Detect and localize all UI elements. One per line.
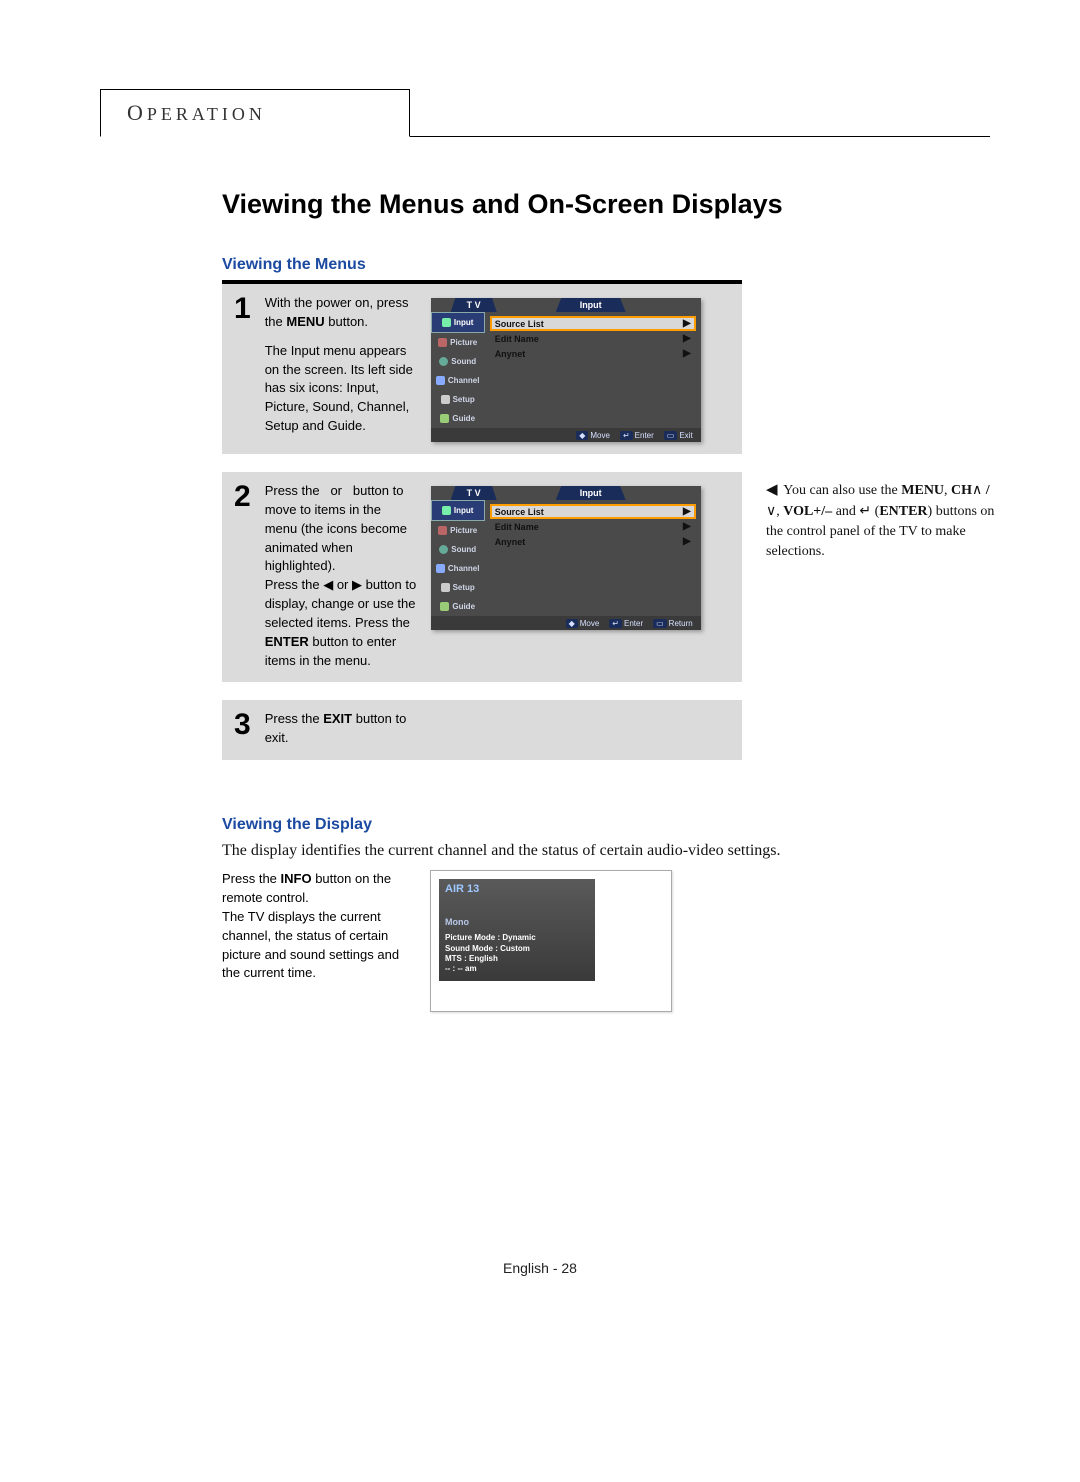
side-sound: Sound (431, 352, 485, 371)
side-setup: Setup (431, 578, 485, 597)
side-note: ◀ You can also use the MENU, CH∧ / ∨, VO… (766, 480, 1006, 563)
osd-tab-input: Input (556, 486, 626, 500)
menu-source-list: Source List▶ (491, 505, 695, 518)
info-text: Press the INFO button on the remote cont… (222, 870, 412, 983)
enter-icon: ↵ (859, 504, 871, 519)
info-screenshot: AIR 13 Mono Picture Mode : Dynamic Sound… (430, 870, 672, 1012)
side-picture: Picture (431, 333, 485, 352)
side-setup: Setup (431, 390, 485, 409)
section-title-display: Viewing the Display (222, 816, 990, 834)
ch-down-icon: ∨ (766, 504, 776, 519)
step-number: 3 (234, 710, 251, 740)
osd-footer: ◆Move ↵Enter ▭Return (431, 616, 701, 630)
side-guide: Guide (431, 597, 485, 616)
menu-anynet: Anynet▶ (491, 347, 695, 360)
side-input: Input (431, 312, 485, 333)
side-channel: Channel (431, 371, 485, 390)
step-text: Press the EXIT button to exit. (265, 710, 417, 748)
step-number: 1 (234, 294, 251, 324)
osd-screenshot-2: T V Input Input Picture Sound Channel Se… (431, 486, 701, 630)
step-text: With the power on, press the MENU button… (265, 294, 417, 436)
side-guide: Guide (431, 409, 485, 428)
info-mono: Mono (445, 917, 589, 927)
menu-anynet: Anynet▶ (491, 535, 695, 548)
osd-main: Source List▶ Edit Name▶ Anynet▶ (485, 500, 701, 616)
info-line: Sound Mode : Custom (445, 944, 589, 954)
osd-sidebar: Input Picture Sound Channel Setup Guide (431, 312, 485, 428)
step-2: 2 Press the or button to move to items i… (222, 472, 990, 682)
side-input: Input (431, 500, 485, 521)
step-1: 1 With the power on, press the MENU butt… (222, 280, 990, 454)
page-title: Viewing the Menus and On-Screen Displays (222, 189, 990, 220)
osd-tab-tv: T V (451, 298, 497, 312)
side-picture: Picture (431, 521, 485, 540)
section-tab: OPERATION (100, 89, 410, 137)
menu-edit-name: Edit Name▶ (491, 520, 695, 533)
osd-footer: ◆Move ↵Enter ▭Exit (431, 428, 701, 442)
osd-sidebar: Input Picture Sound Channel Setup Guide (431, 500, 485, 616)
right-icon: ▶ (352, 576, 362, 595)
info-osd: AIR 13 Mono Picture Mode : Dynamic Sound… (439, 879, 595, 981)
ch-up-icon: ∧ (972, 483, 982, 498)
page-footer: English - 28 (0, 1260, 1080, 1276)
step-number: 2 (234, 482, 251, 512)
osd-main: Source List▶ Edit Name▶ Anynet▶ (485, 312, 701, 428)
info-line: Picture Mode : Dynamic (445, 933, 589, 943)
osd-tab-tv: T V (451, 486, 497, 500)
section-title-menus: Viewing the Menus (222, 256, 990, 274)
osd-screenshot-1: T V Input Input Picture Sound Channel Se… (431, 298, 701, 442)
info-line: -- : -- am (445, 964, 589, 974)
side-sound: Sound (431, 540, 485, 559)
osd-tab-input: Input (556, 298, 626, 312)
header-row: OPERATION (100, 86, 990, 137)
info-line: MTS : English (445, 954, 589, 964)
info-step: Press the INFO button on the remote cont… (222, 870, 990, 1012)
section-body: The display identifies the current chann… (222, 842, 982, 860)
left-icon: ◀ (766, 482, 781, 498)
step-3: 3 Press the EXIT button to exit. (222, 700, 990, 760)
left-icon: ◀ (323, 576, 333, 595)
step-text: Press the or button to move to items in … (265, 482, 417, 670)
menu-edit-name: Edit Name▶ (491, 332, 695, 345)
side-channel: Channel (431, 559, 485, 578)
info-channel: AIR 13 (445, 883, 589, 895)
menu-source-list: Source List▶ (491, 317, 695, 330)
